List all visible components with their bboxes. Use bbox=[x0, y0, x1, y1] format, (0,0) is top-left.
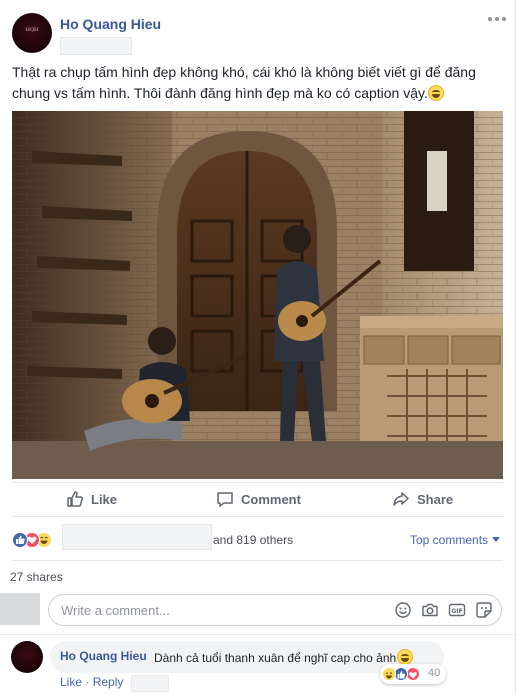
divider bbox=[12, 482, 503, 483]
comment-links: Like · Reply bbox=[60, 675, 123, 689]
grinning-emoji-icon bbox=[397, 649, 414, 665]
like-reaction-icon bbox=[12, 532, 28, 548]
sticker-icon[interactable] bbox=[475, 601, 493, 619]
post-timestamp-redacted bbox=[60, 37, 132, 55]
commenter-avatar[interactable] bbox=[11, 641, 43, 673]
top-comments-dropdown[interactable]: Top comments bbox=[410, 533, 501, 547]
share-label: Share bbox=[417, 491, 454, 507]
more-options-icon[interactable] bbox=[488, 14, 506, 24]
post-author[interactable]: Ho Quang Hieu bbox=[60, 16, 161, 32]
share-arrow-icon bbox=[393, 492, 409, 506]
comment-text: Dành cả tuổi thanh xuân để nghĩ cap cho … bbox=[154, 649, 414, 665]
like-reaction-icon bbox=[394, 667, 408, 681]
share-button[interactable]: Share bbox=[392, 490, 453, 508]
emoji-icon[interactable] bbox=[394, 601, 412, 619]
gif-icon[interactable]: GIF bbox=[448, 601, 466, 619]
comment-text-body: Dành cả tuổi thanh xuân để nghĩ cap cho … bbox=[154, 651, 397, 665]
author-avatar[interactable]: HQH bbox=[12, 13, 52, 53]
separator: · bbox=[85, 675, 93, 689]
comment-reactions[interactable]: 40 bbox=[380, 664, 446, 684]
reactor-names-redacted bbox=[62, 524, 212, 550]
grinning-emoji-icon bbox=[427, 85, 444, 101]
comment-input-placeholder: Write a comment... bbox=[61, 603, 170, 618]
caret-down-icon bbox=[492, 537, 501, 542]
divider bbox=[12, 560, 503, 561]
comment-author[interactable]: Ho Quang Hieu bbox=[60, 649, 147, 663]
comment-icon bbox=[217, 492, 233, 507]
post-text-body: Thật ra chụp tấm hình đẹp không khó, cái… bbox=[12, 64, 476, 101]
like-label: Like bbox=[91, 491, 118, 507]
comment-reaction-count: 40 bbox=[428, 667, 441, 679]
reaction-count-text[interactable]: and 819 others bbox=[213, 533, 293, 547]
divider bbox=[0, 634, 516, 635]
comment-input[interactable]: Write a comment... GIF bbox=[48, 594, 502, 626]
like-button[interactable]: Like bbox=[66, 490, 117, 508]
top-comments-label: Top comments bbox=[410, 533, 489, 547]
viewer-avatar-redacted bbox=[0, 593, 40, 625]
shares-count[interactable]: 27 shares bbox=[10, 570, 63, 584]
comment-reply-link[interactable]: Reply bbox=[93, 675, 124, 689]
comment-like-link[interactable]: Like bbox=[60, 675, 82, 689]
post-text: Thật ra chụp tấm hình đẹp không khó, cái… bbox=[12, 62, 502, 104]
comment-button[interactable]: Comment bbox=[216, 490, 301, 508]
comment-label: Comment bbox=[241, 491, 301, 507]
comment-input-tools: GIF bbox=[385, 601, 493, 619]
comment-timestamp-redacted bbox=[131, 675, 169, 692]
post-actions: Like Comment Share bbox=[12, 484, 503, 516]
svg-text:GIF: GIF bbox=[451, 608, 462, 615]
divider bbox=[12, 516, 503, 517]
post-photo[interactable] bbox=[12, 111, 503, 479]
love-reaction-icon bbox=[406, 667, 420, 681]
haha-reaction-icon bbox=[382, 667, 396, 681]
thumbs-up-icon bbox=[67, 491, 83, 507]
camera-icon[interactable] bbox=[421, 601, 439, 619]
post-card: HQH Ho Quang Hieu Thật ra chụp tấm hình … bbox=[0, 0, 516, 694]
